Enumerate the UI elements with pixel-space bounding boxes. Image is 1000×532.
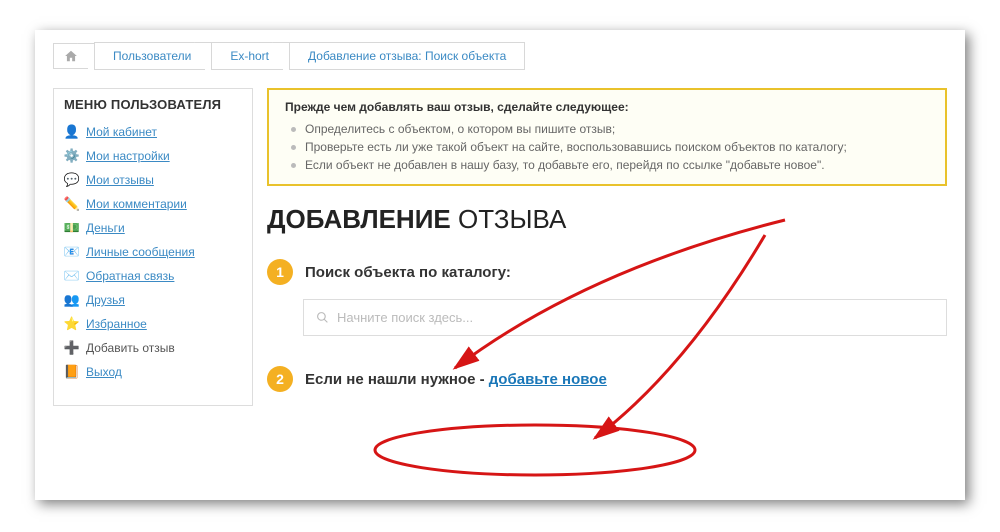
- money-icon: 💵: [64, 220, 80, 236]
- sidebar-item-cabinet[interactable]: 👤Мой кабинет: [64, 120, 242, 144]
- sidebar-item-comments[interactable]: ✏️Мои комментарии: [64, 192, 242, 216]
- main-content: Прежде чем добавлять ваш отзыв, сделайте…: [267, 88, 947, 406]
- notice-title: Прежде чем добавлять ваш отзыв, сделайте…: [285, 100, 929, 114]
- breadcrumb-home[interactable]: [53, 43, 88, 69]
- sidebar-item-messages[interactable]: 📧Личные сообщения: [64, 240, 242, 264]
- breadcrumb-item[interactable]: Пользователи: [94, 42, 205, 70]
- add-icon: ➕: [64, 340, 80, 356]
- breadcrumb-item[interactable]: Ex-hort: [211, 42, 283, 70]
- breadcrumb-item-current: Добавление отзыва: Поиск объекта: [289, 42, 525, 70]
- sidebar-item-friends[interactable]: 👥Друзья: [64, 288, 242, 312]
- notice-item: Если объект не добавлен в нашу базу, то …: [291, 156, 929, 174]
- step-label: Поиск объекта по каталогу:: [305, 264, 511, 281]
- notice-item: Определитесь с объектом, о котором вы пи…: [291, 120, 929, 138]
- step-2: 2 Если не нашли нужное - добавьте новое: [267, 366, 947, 392]
- step-1: 1 Поиск объекта по каталогу:: [267, 259, 947, 285]
- sidebar-item-favorites[interactable]: ⭐Избранное: [64, 312, 242, 336]
- exit-icon: 📙: [64, 364, 80, 380]
- sidebar-item-exit[interactable]: 📙Выход: [64, 360, 242, 384]
- sidebar-item-feedback[interactable]: ✉️Обратная связь: [64, 264, 242, 288]
- step-number: 1: [267, 259, 293, 285]
- mail-icon: 📧: [64, 244, 80, 260]
- search-box[interactable]: [303, 299, 947, 336]
- breadcrumb: Пользователи Ex-hort Добавление отзыва: …: [35, 30, 965, 88]
- pencil-icon: ✏️: [64, 196, 80, 212]
- sidebar-item-money[interactable]: 💵Деньги: [64, 216, 242, 240]
- star-icon: ⭐: [64, 316, 80, 332]
- step-label: Если не нашли нужное - добавьте новое: [305, 371, 607, 388]
- sidebar-item-settings[interactable]: ⚙️Мои настройки: [64, 144, 242, 168]
- sidebar-item-add-review[interactable]: ➕Добавить отзыв: [64, 336, 242, 360]
- add-new-link[interactable]: добавьте новое: [489, 371, 607, 388]
- friends-icon: 👥: [64, 292, 80, 308]
- sidebar-title: МЕНЮ ПОЛЬЗОВАТЕЛЯ: [64, 97, 242, 112]
- sidebar: МЕНЮ ПОЛЬЗОВАТЕЛЯ 👤Мой кабинет ⚙️Мои нас…: [53, 88, 253, 406]
- gear-icon: ⚙️: [64, 148, 80, 164]
- sidebar-item-reviews[interactable]: 💬Мои отзывы: [64, 168, 242, 192]
- user-icon: 👤: [64, 124, 80, 140]
- home-icon: [64, 49, 78, 63]
- notice-box: Прежде чем добавлять ваш отзыв, сделайте…: [267, 88, 947, 186]
- envelope-icon: ✉️: [64, 268, 80, 284]
- chat-icon: 💬: [64, 172, 80, 188]
- search-input[interactable]: [337, 310, 934, 325]
- search-icon: [316, 311, 329, 324]
- notice-list: Определитесь с объектом, о котором вы пи…: [285, 120, 929, 174]
- step-number: 2: [267, 366, 293, 392]
- notice-item: Проверьте есть ли уже такой объект на са…: [291, 138, 929, 156]
- page-title: ДОБАВЛЕНИЕ ОТЗЫВА: [267, 204, 947, 235]
- sidebar-menu: 👤Мой кабинет ⚙️Мои настройки 💬Мои отзывы…: [64, 120, 242, 384]
